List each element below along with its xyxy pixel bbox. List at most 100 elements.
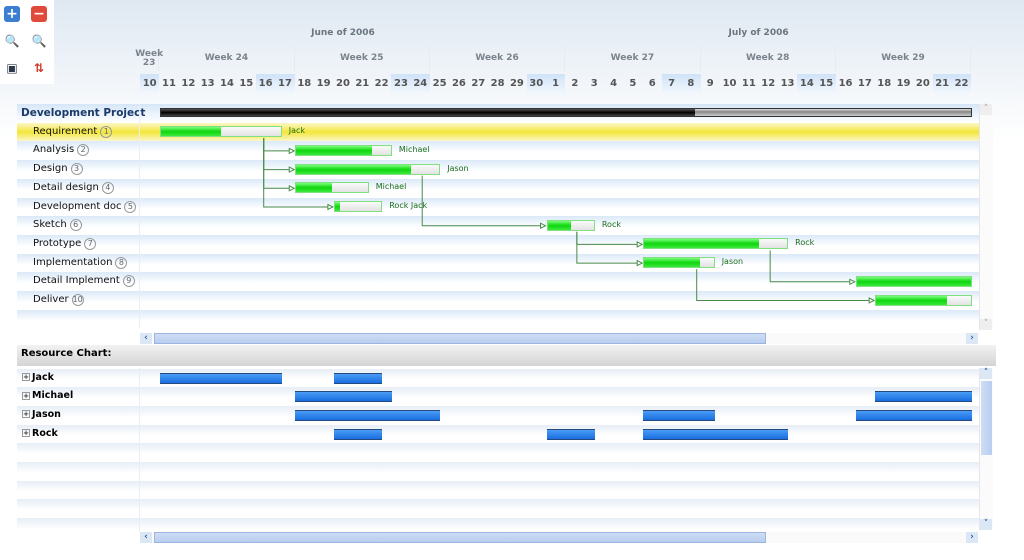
task-progress [296,145,372,155]
task-vertical-scrollbar[interactable]: ˄ ˅ [979,104,993,330]
zoom-in-plus-icon[interactable]: + [4,6,20,22]
resource-jason[interactable]: + Jason [22,406,61,425]
arrowhead-icon [849,278,856,286]
day-label: 7 [661,74,682,94]
resource-bar[interactable] [333,372,383,384]
day-label: 16 [255,74,276,94]
task-bar[interactable] [295,163,441,175]
task-progress [644,258,700,268]
scroll-down-icon[interactable]: ˅ [980,519,992,530]
day-label: 12 [761,78,776,89]
minus-icon[interactable]: − [31,6,47,22]
day-label: 20 [915,78,930,89]
scroll-up-icon[interactable]: ˄ [980,104,992,115]
month-label: June of 2006 [311,28,375,38]
resource-bar[interactable] [875,391,972,403]
day-label: 18 [877,78,892,89]
resource-rock[interactable]: + Rock [22,425,58,444]
arrowhead-icon [868,297,876,304]
task-bar[interactable] [643,238,789,250]
resource-row-bg [17,480,979,500]
magnifier-zoom-in-icon[interactable]: 🔍 [4,33,20,49]
day-label: 20 [336,78,350,89]
resource-bar[interactable] [159,372,282,384]
day-label: 29 [509,78,524,89]
expand-icon[interactable]: + [22,429,30,438]
task-resource-label: Rock [601,219,621,229]
day-label: 8 [681,74,701,94]
task-bar[interactable] [159,126,282,138]
scroll-up-icon[interactable]: ˄ [980,368,992,379]
task-progress [644,239,759,249]
save-icon[interactable]: ▣ [4,60,20,76]
resource-bar[interactable] [643,428,789,440]
expand-icon[interactable]: + [22,373,30,381]
resource-horizontal-scrollbar[interactable]: ‹ › [140,532,978,543]
week-label: Week 25 [295,46,430,71]
task-progress [296,183,332,193]
resource-bar[interactable] [333,428,383,440]
month-label: July of 2006 [728,28,789,38]
resource-bar[interactable] [295,409,441,421]
scroll-left-icon[interactable]: ‹ [140,532,152,543]
resource-michael[interactable]: + Michael [22,387,73,406]
scroll-right-icon[interactable]: › [966,333,978,344]
resource-name: Jack [32,371,54,383]
day-label: 14 [797,74,817,94]
day-label: 24 [410,74,430,94]
task-resource-label: Rock [795,238,815,248]
week-label: Week 24 [159,46,295,71]
resource-jack[interactable]: + Jack [22,369,54,388]
task-bar[interactable] [295,144,392,156]
resource-vertical-scrollbar[interactable]: ˄ ˅ [979,368,993,530]
day-label: 5 [629,78,637,89]
arrowhead-icon [636,259,644,267]
task-resource-label: Jack [288,126,305,136]
arrowhead-icon [636,241,644,248]
resource-row-bg [17,462,979,481]
magnifier-zoom-out-icon[interactable]: 🔍 [31,33,47,49]
resource-name: Michael [32,390,74,402]
task-bar[interactable] [333,201,383,212]
scroll-left-icon[interactable]: ‹ [140,333,152,344]
task-bar[interactable] [875,294,972,306]
resource-bar[interactable] [643,409,715,421]
day-label: 3 [590,78,598,89]
day-label: 10 [722,78,737,89]
task-bar[interactable] [643,257,715,269]
resource-chart-title: Resource Chart: [21,348,112,359]
day-label: 23 [391,74,411,94]
expand-icon[interactable]: + [22,391,30,400]
scroll-thumb[interactable] [981,381,992,455]
resource-bar[interactable] [855,409,972,421]
task-horizontal-scrollbar[interactable]: ‹ › [140,333,978,344]
day-label: 17 [857,78,872,89]
day-label: 10 [140,74,160,94]
task-bar[interactable] [546,219,595,231]
task-bar[interactable] [855,275,972,287]
expand-icon[interactable]: + [22,410,30,419]
day-label: 25 [432,78,447,89]
task-resource-label: Michael [398,144,430,154]
resource-bar[interactable] [546,428,595,440]
scroll-down-icon[interactable]: ˅ [980,319,992,330]
week-label: Week 29 [836,46,972,71]
day-label: 22 [951,74,972,94]
resource-row-bg [17,387,979,406]
day-label: 26 [451,78,466,89]
dependency-arrow [576,231,642,264]
scroll-right-icon[interactable]: › [966,532,978,543]
arrowhead-icon [288,147,296,155]
dependency-arrow [696,269,874,301]
day-label: 15 [816,74,836,94]
scroll-thumb[interactable] [154,333,766,344]
sort-arrows-icon[interactable]: ⇅ [31,60,47,76]
resource-bar[interactable] [295,391,392,403]
dependency-arrow [421,175,545,227]
task-bar[interactable] [295,182,369,194]
task-resource-label: Michael [375,182,407,192]
scroll-thumb[interactable] [154,532,766,543]
day-label: 19 [896,78,911,89]
day-label: 30 [526,74,546,94]
arrowhead-icon [288,184,296,192]
